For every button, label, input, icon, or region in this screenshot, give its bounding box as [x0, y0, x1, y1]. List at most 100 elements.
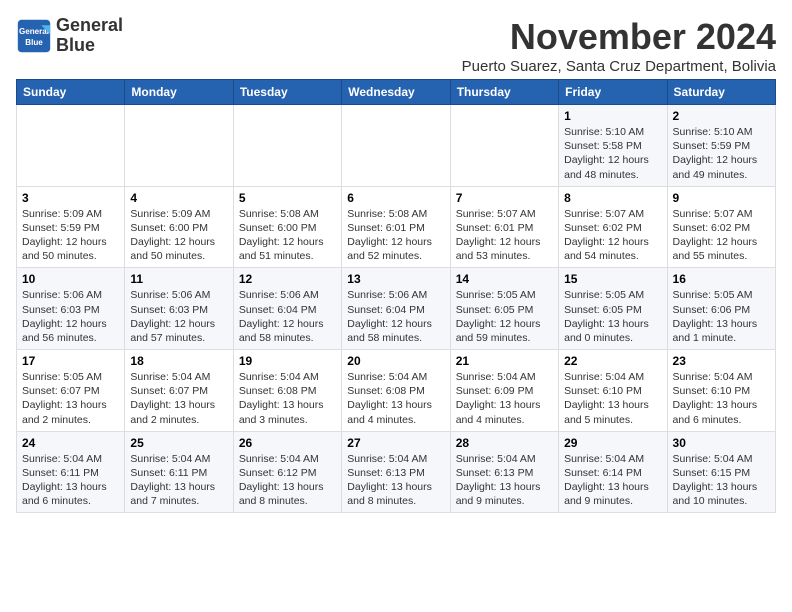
day-info: Sunrise: 5:04 AM Sunset: 6:14 PM Dayligh… — [564, 452, 661, 509]
calendar-cell: 12 Sunrise: 5:06 AM Sunset: 6:04 PM Dayli… — [233, 268, 341, 350]
day-info: Sunrise: 5:08 AM Sunset: 6:01 PM Dayligh… — [347, 207, 444, 264]
day-number: 16 — [673, 272, 770, 286]
day-number: 7 — [456, 191, 553, 205]
calendar-header: SundayMondayTuesdayWednesdayThursdayFrid… — [17, 80, 776, 105]
day-info: Sunrise: 5:04 AM Sunset: 6:07 PM Dayligh… — [130, 370, 227, 427]
calendar-cell: 25Sunrise: 5:04 AM Sunset: 6:11 PM Dayli… — [125, 431, 233, 513]
day-number: 13 — [347, 272, 444, 286]
calendar-week-3: 10 Sunrise: 5:06 AM Sunset: 6:03 PM Dayli… — [17, 268, 776, 350]
calendar-cell: 28 Sunrise: 5:04 AM Sunset: 6:13 PM Dayli… — [450, 431, 558, 513]
calendar-cell: 29 Sunrise: 5:04 AM Sunset: 6:14 PM Dayli… — [559, 431, 667, 513]
weekday-header-wednesday: Wednesday — [342, 80, 450, 105]
day-number: 19 — [239, 354, 336, 368]
day-number: 5 — [239, 191, 336, 205]
weekday-header-thursday: Thursday — [450, 80, 558, 105]
calendar-cell — [233, 105, 341, 187]
day-info: Sunrise: 5:09 AM Sunset: 5:59 PM Dayligh… — [22, 207, 119, 264]
day-info: Sunrise: 5:06 AM Sunset: 6:03 PM Dayligh… — [130, 288, 227, 345]
day-number: 18 — [130, 354, 227, 368]
calendar-cell: 22Sunrise: 5:04 AM Sunset: 6:10 PM Dayli… — [559, 350, 667, 432]
weekday-header-friday: Friday — [559, 80, 667, 105]
day-info: Sunrise: 5:04 AM Sunset: 6:11 PM Dayligh… — [130, 452, 227, 509]
calendar-cell: 11 Sunrise: 5:06 AM Sunset: 6:03 PM Dayli… — [125, 268, 233, 350]
svg-text:Blue: Blue — [25, 38, 43, 47]
day-info: Sunrise: 5:04 AM Sunset: 6:13 PM Dayligh… — [456, 452, 553, 509]
day-number: 6 — [347, 191, 444, 205]
logo-icon: General Blue — [16, 18, 52, 54]
day-info: Sunrise: 5:07 AM Sunset: 6:02 PM Dayligh… — [673, 207, 770, 264]
weekday-header-monday: Monday — [125, 80, 233, 105]
day-info: Sunrise: 5:05 AM Sunset: 6:07 PM Dayligh… — [22, 370, 119, 427]
weekday-header-sunday: Sunday — [17, 80, 125, 105]
day-info: Sunrise: 5:05 AM Sunset: 6:05 PM Dayligh… — [564, 288, 661, 345]
day-info: Sunrise: 5:04 AM Sunset: 6:08 PM Dayligh… — [239, 370, 336, 427]
day-number: 30 — [673, 436, 770, 450]
calendar-cell: 18 Sunrise: 5:04 AM Sunset: 6:07 PM Dayli… — [125, 350, 233, 432]
weekday-header-tuesday: Tuesday — [233, 80, 341, 105]
calendar-cell: 9 Sunrise: 5:07 AM Sunset: 6:02 PM Daylig… — [667, 186, 775, 268]
day-info: Sunrise: 5:04 AM Sunset: 6:10 PM Dayligh… — [673, 370, 770, 427]
day-info: Sunrise: 5:04 AM Sunset: 6:15 PM Dayligh… — [673, 452, 770, 509]
location-subtitle: Puerto Suarez, Santa Cruz Department, Bo… — [462, 58, 776, 75]
day-number: 29 — [564, 436, 661, 450]
day-number: 17 — [22, 354, 119, 368]
calendar-cell: 27 Sunrise: 5:04 AM Sunset: 6:13 PM Dayli… — [342, 431, 450, 513]
day-number: 4 — [130, 191, 227, 205]
day-number: 26 — [239, 436, 336, 450]
day-number: 3 — [22, 191, 119, 205]
day-info: Sunrise: 5:07 AM Sunset: 6:01 PM Dayligh… — [456, 207, 553, 264]
day-info: Sunrise: 5:07 AM Sunset: 6:02 PM Dayligh… — [564, 207, 661, 264]
day-info: Sunrise: 5:04 AM Sunset: 6:09 PM Dayligh… — [456, 370, 553, 427]
calendar-week-1: 1 Sunrise: 5:10 AM Sunset: 5:58 PM Daylig… — [17, 105, 776, 187]
day-number: 8 — [564, 191, 661, 205]
day-number: 20 — [347, 354, 444, 368]
calendar-cell: 19 Sunrise: 5:04 AM Sunset: 6:08 PM Dayli… — [233, 350, 341, 432]
calendar-cell: 24 Sunrise: 5:04 AM Sunset: 6:11 PM Dayli… — [17, 431, 125, 513]
calendar-cell: 1 Sunrise: 5:10 AM Sunset: 5:58 PM Daylig… — [559, 105, 667, 187]
day-number: 14 — [456, 272, 553, 286]
day-number: 12 — [239, 272, 336, 286]
day-number: 23 — [673, 354, 770, 368]
day-info: Sunrise: 5:10 AM Sunset: 5:58 PM Dayligh… — [564, 125, 661, 182]
calendar-cell — [125, 105, 233, 187]
day-info: Sunrise: 5:05 AM Sunset: 6:06 PM Dayligh… — [673, 288, 770, 345]
calendar-cell: 7 Sunrise: 5:07 AM Sunset: 6:01 PM Daylig… — [450, 186, 558, 268]
day-info: Sunrise: 5:04 AM Sunset: 6:11 PM Dayligh… — [22, 452, 119, 509]
day-info: Sunrise: 5:10 AM Sunset: 5:59 PM Dayligh… — [673, 125, 770, 182]
day-number: 15 — [564, 272, 661, 286]
calendar-week-2: 3 Sunrise: 5:09 AM Sunset: 5:59 PM Daylig… — [17, 186, 776, 268]
calendar-cell: 13Sunrise: 5:06 AM Sunset: 6:04 PM Dayli… — [342, 268, 450, 350]
day-number: 10 — [22, 272, 119, 286]
calendar-cell — [450, 105, 558, 187]
day-number: 24 — [22, 436, 119, 450]
svg-text:General: General — [19, 27, 49, 36]
day-number: 9 — [673, 191, 770, 205]
day-info: Sunrise: 5:04 AM Sunset: 6:12 PM Dayligh… — [239, 452, 336, 509]
day-info: Sunrise: 5:04 AM Sunset: 6:08 PM Dayligh… — [347, 370, 444, 427]
day-info: Sunrise: 5:04 AM Sunset: 6:13 PM Dayligh… — [347, 452, 444, 509]
calendar-cell: 16 Sunrise: 5:05 AM Sunset: 6:06 PM Dayli… — [667, 268, 775, 350]
calendar-cell: 8 Sunrise: 5:07 AM Sunset: 6:02 PM Daylig… — [559, 186, 667, 268]
calendar-week-5: 24 Sunrise: 5:04 AM Sunset: 6:11 PM Dayli… — [17, 431, 776, 513]
day-number: 1 — [564, 109, 661, 123]
day-info: Sunrise: 5:05 AM Sunset: 6:05 PM Dayligh… — [456, 288, 553, 345]
weekday-header-saturday: Saturday — [667, 80, 775, 105]
day-number: 28 — [456, 436, 553, 450]
day-number: 11 — [130, 272, 227, 286]
day-number: 27 — [347, 436, 444, 450]
day-info: Sunrise: 5:06 AM Sunset: 6:04 PM Dayligh… — [239, 288, 336, 345]
day-number: 22 — [564, 354, 661, 368]
calendar-week-4: 17 Sunrise: 5:05 AM Sunset: 6:07 PM Dayli… — [17, 350, 776, 432]
calendar-cell: 2 Sunrise: 5:10 AM Sunset: 5:59 PM Daylig… — [667, 105, 775, 187]
calendar-cell: 14 Sunrise: 5:05 AM Sunset: 6:05 PM Dayli… — [450, 268, 558, 350]
day-info: Sunrise: 5:08 AM Sunset: 6:00 PM Dayligh… — [239, 207, 336, 264]
calendar-cell: 3 Sunrise: 5:09 AM Sunset: 5:59 PM Daylig… — [17, 186, 125, 268]
calendar-cell: 15 Sunrise: 5:05 AM Sunset: 6:05 PM Dayli… — [559, 268, 667, 350]
calendar-cell — [342, 105, 450, 187]
calendar-table: SundayMondayTuesdayWednesdayThursdayFrid… — [16, 79, 776, 513]
calendar-cell: 6 Sunrise: 5:08 AM Sunset: 6:01 PM Daylig… — [342, 186, 450, 268]
calendar-cell: 21 Sunrise: 5:04 AM Sunset: 6:09 PM Dayli… — [450, 350, 558, 432]
day-number: 2 — [673, 109, 770, 123]
day-number: 21 — [456, 354, 553, 368]
logo: General Blue General Blue — [16, 16, 123, 56]
